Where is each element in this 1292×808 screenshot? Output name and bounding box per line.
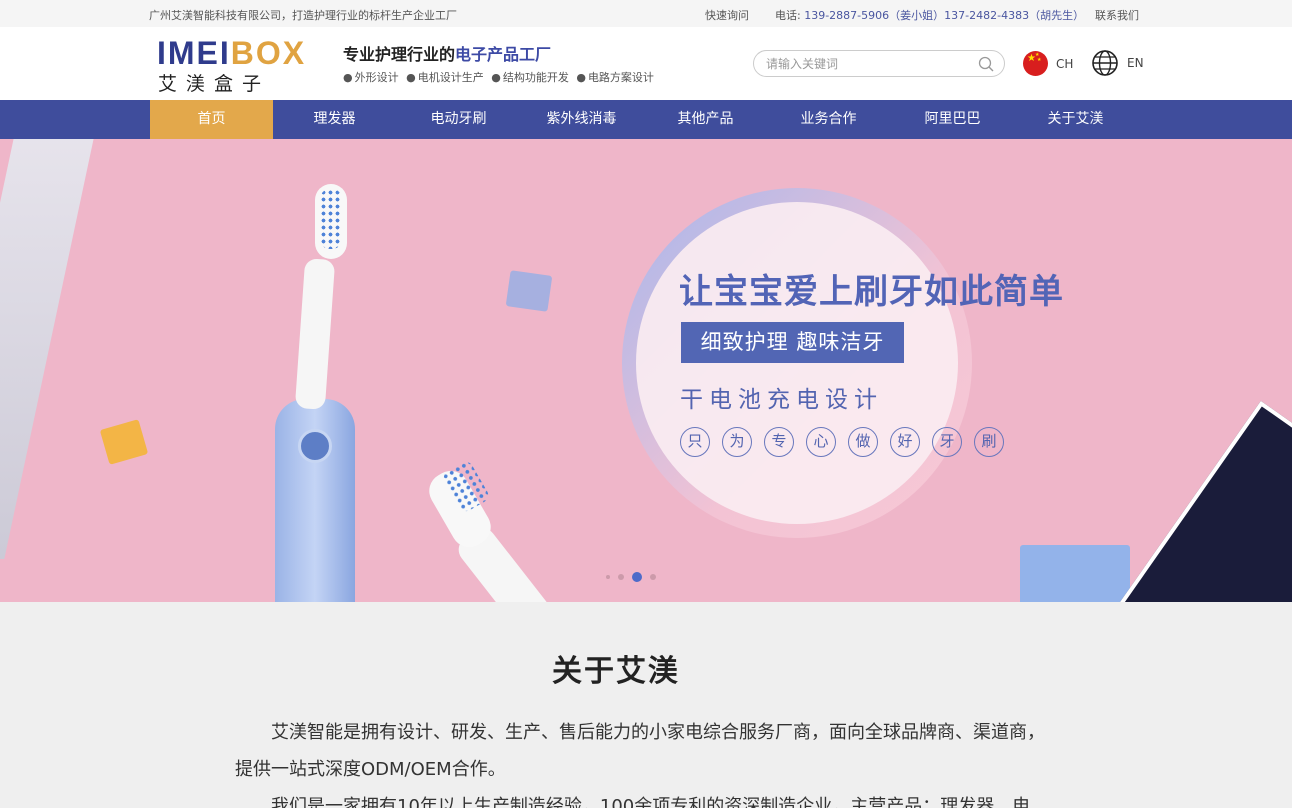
banner-decor-cube: [505, 270, 553, 312]
language-chinese[interactable]: ★ ★ ★ CH: [1023, 51, 1073, 76]
lang-ch-label: CH: [1056, 56, 1074, 71]
banner-char-row: 只 为 专 心 做 好 牙 刷: [680, 427, 1016, 457]
banner-char: 牙: [932, 427, 962, 457]
top-bar: 广州艾渼智能科技有限公司，打造护理行业的标杆生产企业工厂 快速询问 电话: 13…: [0, 0, 1292, 27]
search-box: [753, 50, 1005, 77]
tag-item: 电路方案设计: [587, 71, 654, 84]
banner-char: 心: [806, 427, 836, 457]
banner-char: 专: [764, 427, 794, 457]
nav-item-other-products[interactable]: 其他产品: [644, 100, 767, 139]
banner-char: 刷: [974, 427, 1004, 457]
nav-item-electric-toothbrush[interactable]: 电动牙刷: [397, 100, 520, 139]
phone-info: 电话: 139-2887-5906（姜小姐）137-2482-4383（胡先生）: [775, 7, 1084, 23]
about-paragraph: 艾渼智能是拥有设计、研发、生产、售后能力的小家电综合服务厂商，面向全球品牌商、渠…: [235, 722, 1045, 780]
globe-icon: [1091, 49, 1119, 77]
nav-item-home[interactable]: 首页: [150, 100, 273, 139]
banner-char: 做: [848, 427, 878, 457]
banner-subtitle: 干电池充电设计: [680, 387, 883, 413]
logo[interactable]: IMEIBOX: [157, 35, 306, 72]
phone-numbers: 139-2887-5906（姜小姐）137-2482-4383（胡先生）: [804, 9, 1085, 22]
nav-item-about[interactable]: 关于艾渼: [1014, 100, 1137, 139]
slider-dot[interactable]: [618, 574, 624, 580]
banner-highlight: 细致护理 趣味洁牙: [681, 322, 904, 363]
slider-dots: [606, 572, 664, 582]
slogan-part-b: 电子产品工厂: [455, 45, 552, 64]
nav-item-uv-sterilization[interactable]: 紫外线消毒: [520, 100, 643, 139]
slider-dot[interactable]: [632, 572, 642, 582]
hero-banner[interactable]: 让宝宝爱上刷牙如此简单 细致护理 趣味洁牙 干电池充电设计 只 为 专 心 做 …: [0, 139, 1292, 602]
phone-label: 电话:: [775, 9, 801, 22]
banner-title: 让宝宝爱上刷牙如此简单: [679, 272, 1064, 312]
site-header: IMEIBOX 艾渼盒子 专业护理行业的电子产品工厂 ● 外形设计 ● 电机设计生产…: [0, 27, 1292, 100]
search-input[interactable]: [766, 55, 966, 73]
about-paragraph: 我们是一家拥有10年以上生产制造经验，100余项专利的资深制造企业，主营产品：理…: [271, 796, 1031, 808]
banner-char: 为: [722, 427, 752, 457]
logo-part2: BOX: [230, 35, 307, 71]
banner-char: 只: [680, 427, 710, 457]
nav-item-alibaba[interactable]: 阿里巴巴: [891, 100, 1014, 139]
slider-dot[interactable]: [606, 575, 610, 579]
main-nav: 首页 理发器 电动牙刷 紫外线消毒 其他产品 业务合作 阿里巴巴 关于艾渼: [0, 100, 1292, 139]
company-tagline: 广州艾渼智能科技有限公司，打造护理行业的标杆生产企业工厂: [149, 9, 457, 22]
about-title: 关于艾渼: [552, 654, 680, 689]
slogan-part-a: 专业护理行业的: [343, 45, 456, 64]
power-icon: [298, 429, 332, 463]
search-icon[interactable]: [978, 56, 994, 76]
toothbrush-bristles: [320, 189, 342, 249]
contact-us-link[interactable]: 联系我们: [1095, 7, 1139, 23]
nav-item-business[interactable]: 业务合作: [767, 100, 890, 139]
banner-decor-panel: [1111, 400, 1292, 602]
service-tags: ● 外形设计 ● 电机设计生产 ● 结构功能开发 ● 电路方案设计: [343, 71, 654, 84]
tag-item: 外形设计: [354, 71, 399, 84]
banner-decor-glass: [0, 139, 96, 559]
china-flag-icon: ★ ★ ★: [1023, 51, 1048, 76]
banner-char: 好: [890, 427, 920, 457]
quick-inquiry-link[interactable]: 快速询问: [705, 7, 749, 23]
lang-en-label: EN: [1127, 56, 1144, 70]
language-english[interactable]: EN: [1091, 49, 1144, 77]
slider-dot[interactable]: [650, 574, 656, 580]
tag-item: 电机设计生产: [417, 71, 484, 84]
tag-item: 结构功能开发: [502, 71, 569, 84]
logo-chinese: 艾渼盒子: [158, 73, 271, 95]
toothbrush-neck: [294, 258, 336, 410]
nav-item-clippers[interactable]: 理发器: [273, 100, 396, 139]
banner-decor-cube: [1020, 545, 1130, 602]
banner-decor-cube: [99, 419, 149, 465]
logo-part1: IMEI: [157, 35, 231, 71]
header-slogan: 专业护理行业的电子产品工厂: [343, 41, 551, 65]
banner-circle: [622, 188, 972, 538]
